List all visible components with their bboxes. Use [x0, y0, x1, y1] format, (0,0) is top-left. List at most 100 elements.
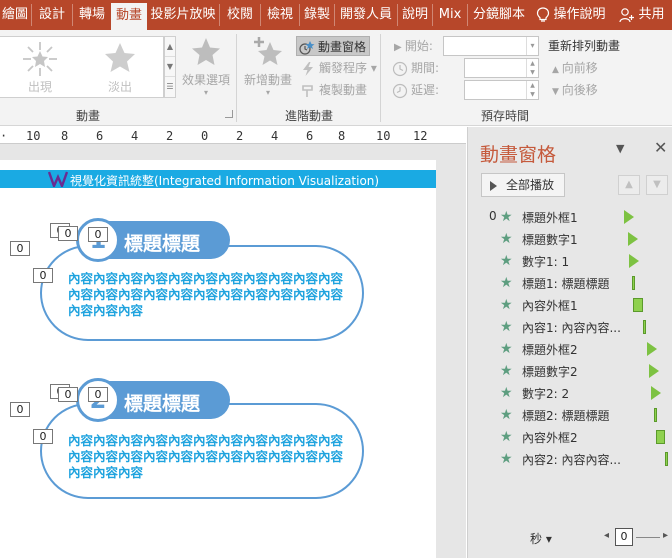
animation-list-item[interactable]: ★ 標題數字2 [482, 361, 668, 381]
ruler-number: 6 [306, 129, 314, 143]
tab-draw[interactable]: 繪圖 [0, 0, 30, 30]
item-label: 標題外框2 [522, 343, 578, 357]
share-button[interactable]: 共用 [614, 0, 670, 30]
timeline-bar[interactable] [649, 364, 659, 378]
tab-record[interactable]: 錄製 [301, 0, 333, 30]
move-later-button[interactable]: ▼ 向後移 [552, 80, 598, 100]
dialog-launcher-icon[interactable] [225, 110, 233, 118]
animation-tag[interactable]: 0 [88, 387, 108, 402]
slide-editor: · 10 8 6 4 2 0 2 4 6 8 10 12 視覺化資訊統整(Int… [0, 127, 466, 558]
title-banner[interactable]: 視覺化資訊統整(Integrated Information Visualiza… [0, 170, 436, 188]
timeline-bar[interactable] [629, 254, 639, 268]
tab-storyboard[interactable]: 分鏡腳本 [469, 0, 529, 30]
animation-tag[interactable]: 0 [58, 387, 78, 402]
animation-tag[interactable]: 0 [88, 227, 108, 242]
timeline-bar[interactable] [647, 342, 657, 356]
timeline-bar[interactable] [654, 408, 657, 422]
item-label: 數字1: 1 [522, 255, 570, 269]
animation-list-item[interactable]: ★ 數字1: 1 [482, 251, 668, 271]
body-text-1[interactable]: 內容內容內容內容內容內容內容內容內容內容內容內容內容內容內容內容內容內容內容內容… [68, 271, 348, 319]
animation-list-item[interactable]: ★ 內容1: 內容內容... [482, 317, 668, 337]
animation-tag[interactable]: 0 [58, 226, 78, 241]
gallery-item-fade[interactable]: 淡出 [80, 37, 160, 97]
item-label: 內容2: 內容內容... [522, 453, 621, 467]
animation-list-item[interactable]: ★ 標題數字1 [482, 229, 668, 249]
animation-tag[interactable]: 0 [10, 402, 30, 417]
duration-spinner[interactable]: ▲ ▼ [526, 59, 538, 77]
move-down-button[interactable]: ▼ [646, 175, 668, 195]
seconds-dropdown[interactable]: 秒 ▾ [530, 530, 552, 547]
painter-brush-icon [302, 84, 313, 97]
timeline-bar[interactable] [633, 298, 643, 312]
move-earlier-label: 向前移 [561, 61, 598, 75]
animation-tag[interactable]: 0 [33, 429, 53, 444]
tab-separator [467, 4, 468, 26]
duration-label-text: 期間: [411, 61, 440, 75]
gallery-expand[interactable]: ☰ [165, 77, 175, 97]
timeline-bar[interactable] [628, 232, 638, 246]
tab-transitions[interactable]: 轉場 [74, 0, 110, 30]
gallery-item-appear[interactable]: 出現 [0, 37, 80, 97]
timeline-bar[interactable] [656, 430, 665, 444]
tab-mix[interactable]: Mix [434, 0, 466, 30]
pane-footer: 秒 ▾ ◂ 0 ▸ [468, 527, 672, 551]
delay-input[interactable]: ▲ ▼ [464, 80, 539, 100]
animation-list-item[interactable]: 0 ★ 標題外框1 [482, 207, 668, 227]
heading-text-2[interactable]: 標題標題 [124, 389, 200, 416]
slide-canvas[interactable]: 視覺化資訊統整(Integrated Information Visualiza… [0, 160, 436, 558]
tab-developer[interactable]: 開發人員 [336, 0, 396, 30]
entrance-star-icon: ★ [500, 429, 513, 445]
animation-list-item[interactable]: ★ 數字2: 2 [482, 383, 668, 403]
pane-options-icon[interactable]: ▼ [616, 142, 624, 155]
timeline-bar[interactable] [651, 386, 661, 400]
animation-tag[interactable]: 0 [33, 268, 53, 283]
timeline-bar[interactable] [643, 320, 646, 334]
gallery-scroll-up[interactable]: ▲ [165, 37, 175, 57]
animation-list-item[interactable]: ★ 內容外框2 [482, 427, 668, 447]
animation-tag[interactable]: 0 [10, 241, 30, 256]
close-icon[interactable]: ✕ [654, 138, 667, 157]
body-text-2[interactable]: 內容內容內容內容內容內容內容內容內容內容內容內容內容內容內容內容內容內容內容內容… [68, 433, 348, 481]
tab-review[interactable]: 校閱 [221, 0, 259, 30]
timeline-zoom[interactable]: 0 [615, 528, 633, 546]
timeline-bar[interactable] [632, 276, 635, 290]
delay-spinner[interactable]: ▲ ▼ [526, 81, 538, 99]
animation-list-item[interactable]: ★ 內容2: 內容內容... [482, 449, 668, 469]
animation-list-item[interactable]: ★ 標題外框2 [482, 339, 668, 359]
add-animation-button[interactable]: 新增動畫 ▾ [240, 36, 296, 97]
timeline-bar[interactable] [665, 452, 668, 466]
start-select[interactable]: ▾ [443, 36, 539, 56]
reorder-title: 重新排列動畫 [548, 39, 621, 53]
animation-pane-button[interactable]: 動畫窗格 [296, 36, 370, 56]
duration-input[interactable]: ▲ ▼ [464, 58, 539, 78]
tab-animations[interactable]: 動畫 [111, 3, 147, 30]
tab-design[interactable]: 設計 [33, 0, 71, 30]
gallery-scroll[interactable]: ▲ ▼ ☰ [164, 36, 176, 98]
item-label: 標題數字1 [522, 233, 578, 247]
tell-me-search[interactable]: 操作說明 [534, 0, 608, 30]
item-label: 內容外框2 [522, 431, 578, 445]
tab-view[interactable]: 檢視 [262, 0, 298, 30]
gallery-scroll-down[interactable]: ▼ [165, 57, 175, 77]
zoom-in-icon[interactable]: ▸ [663, 530, 668, 541]
entrance-star-icon: ★ [500, 231, 513, 247]
animation-painter-button[interactable]: 複製動畫 [300, 80, 367, 100]
animation-list-item[interactable]: ★ 標題1: 標題標題 [482, 273, 668, 293]
tab-slideshow[interactable]: 投影片放映 [148, 0, 218, 30]
animation-list-item[interactable]: ★ 標題2: 標題標題 [482, 405, 668, 425]
trigger-label: 觸發程序 [319, 61, 368, 75]
animation-list-item[interactable]: ★ 內容外框1 [482, 295, 668, 315]
move-earlier-button[interactable]: ▲ 向前移 [552, 58, 598, 78]
chevron-down-icon[interactable]: ▾ [526, 37, 538, 55]
heading-text-1[interactable]: 標題標題 [124, 229, 200, 256]
entrance-star-icon: ★ [500, 341, 513, 357]
zoom-out-icon[interactable]: ◂ [604, 530, 609, 541]
play-all-button[interactable]: 全部播放 [481, 173, 565, 197]
tab-help[interactable]: 說明 [399, 0, 431, 30]
fade-star-icon [105, 43, 135, 72]
effect-options-button[interactable]: 效果選項 ▾ [180, 36, 232, 97]
entrance-star-icon: ★ [500, 385, 513, 401]
move-up-button[interactable]: ▲ [618, 175, 640, 195]
timeline-bar[interactable] [624, 210, 634, 224]
trigger-button[interactable]: 觸發程序 ▾ [300, 58, 377, 78]
